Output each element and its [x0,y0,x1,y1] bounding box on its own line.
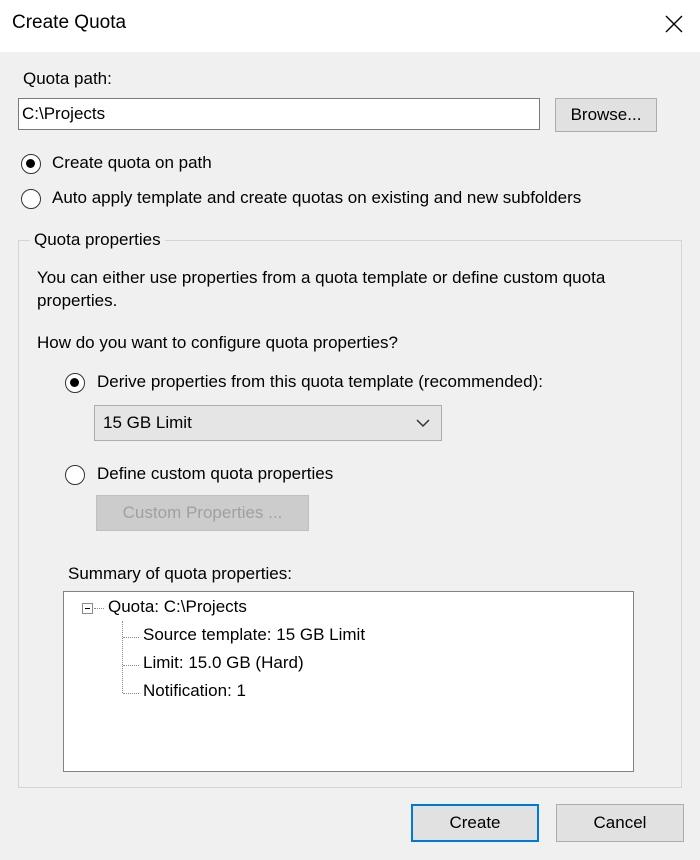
tree-connector [123,693,139,694]
summary-label: Summary of quota properties: [68,564,292,583]
tree-connector [122,621,123,693]
auto-apply-template-label[interactable]: Auto apply template and create quotas on… [52,188,581,208]
cancel-button[interactable]: Cancel [556,804,684,842]
summary-tree-root: Quota: C:\Projects [108,597,247,616]
tree-connector [123,637,139,638]
quota-template-value: 15 GB Limit [103,413,192,432]
quota-template-select[interactable]: 15 GB Limit [94,405,442,441]
quota-path-label: Quota path: [23,69,112,88]
custom-properties-button: Custom Properties ... [96,495,309,531]
browse-button[interactable]: Browse... [555,98,657,132]
create-quota-on-path-label[interactable]: Create quota on path [52,153,212,173]
tree-collapse-toggle[interactable] [82,603,93,614]
radio-selected-dot [70,378,79,387]
create-button[interactable]: Create [411,804,539,842]
tree-connector [123,665,139,666]
create-quota-on-path-radio[interactable] [21,154,41,174]
quota-properties-group-title: Quota properties [30,230,165,250]
summary-notification: Notification: 1 [143,681,246,700]
configure-question: How do you want to configure quota prope… [37,333,399,352]
window-title: Create Quota [12,12,127,33]
quota-properties-description: You can either use properties from a quo… [37,268,606,310]
summary-limit: Limit: 15.0 GB (Hard) [143,653,304,672]
tree-connector [94,608,104,609]
quota-path-input[interactable]: C:\Projects [18,98,540,130]
close-icon [665,15,683,33]
define-custom-label[interactable]: Define custom quota properties [97,464,333,484]
chevron-down-icon [416,419,430,428]
close-button[interactable] [652,6,696,44]
derive-from-template-label[interactable]: Derive properties from this quota templa… [97,372,543,392]
auto-apply-template-radio[interactable] [21,189,41,209]
summary-source-template: Source template: 15 GB Limit [143,625,366,644]
derive-from-template-radio[interactable] [65,373,85,393]
radio-selected-dot [26,159,35,168]
define-custom-radio[interactable] [65,465,85,485]
